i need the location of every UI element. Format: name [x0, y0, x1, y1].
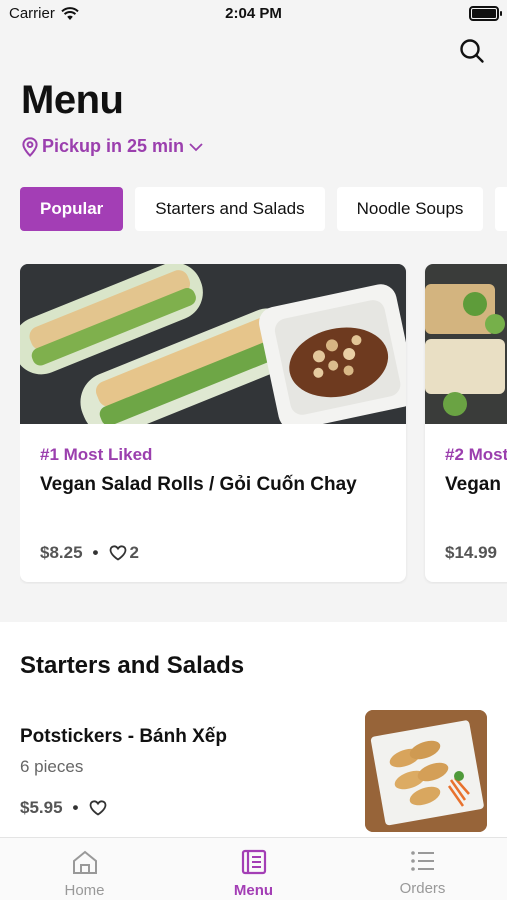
card-title: Vegan Salad Rolls / Gỏi Cuốn Chay: [40, 474, 357, 495]
tab-partial[interactable]: V: [495, 187, 507, 231]
starters-section: Starters and Salads Potstickers - Bánh X…: [0, 622, 507, 837]
battery-icon: [469, 6, 502, 21]
heart-icon[interactable]: [89, 800, 107, 816]
separator-dot: •: [92, 543, 99, 562]
tab-label: Popular: [40, 199, 104, 218]
card-title: Vegan: [445, 474, 501, 495]
featured-card[interactable]: #1 Most Liked Vegan Salad Rolls / Gỏi Cu…: [20, 264, 406, 582]
card-meta: $8.25 • 2: [40, 543, 139, 563]
tab-noodle-soups[interactable]: Noodle Soups: [336, 187, 484, 231]
page-title: Menu: [21, 78, 124, 122]
tabbar-home[interactable]: Home: [0, 838, 169, 900]
tabbar-label: Home: [64, 882, 105, 899]
card-price: $8.25: [40, 543, 83, 562]
tab-starters-and-salads[interactable]: Starters and Salads: [135, 187, 325, 231]
likes-count: 2: [129, 543, 139, 562]
orders-list-icon: [410, 851, 434, 871]
status-bar: Carrier 2:04 PM: [0, 0, 507, 30]
featured-carousel: #1 Most Liked Vegan Salad Rolls / Gỏi Cu…: [20, 264, 507, 584]
tabbar-menu[interactable]: Menu: [169, 838, 338, 900]
location-pin-icon: [22, 136, 38, 157]
bottom-tab-bar: Home Menu Orders: [0, 837, 507, 900]
home-icon: [72, 850, 97, 874]
featured-card[interactable]: #2 Most Liked Vegan $14.99: [425, 264, 507, 582]
featured-photo: [425, 264, 507, 424]
status-time: 2:04 PM: [225, 5, 282, 22]
tab-label: Starters and Salads: [155, 199, 305, 218]
pickup-label: Pickup in 25 min: [42, 136, 185, 156]
category-tabs: Popular Starters and Salads Noodle Soups…: [20, 187, 507, 231]
menu-book-icon: [241, 849, 266, 875]
salad-rolls-photo: [20, 264, 406, 424]
pickup-selector[interactable]: Pickup in 25 min: [22, 136, 204, 157]
likes[interactable]: 2: [109, 543, 139, 563]
potstickers-photo[interactable]: [365, 710, 487, 832]
item-meta: $5.95 •: [20, 798, 107, 818]
item-title[interactable]: Potstickers - Bánh Xếp: [20, 726, 227, 748]
separator-dot: •: [72, 798, 79, 817]
search-icon: [460, 39, 484, 63]
tab-label: Noodle Soups: [356, 199, 464, 218]
card-tag: #2 Most Liked: [445, 445, 507, 464]
search-button[interactable]: [457, 36, 487, 66]
section-title: Starters and Salads: [20, 652, 245, 679]
item-description: 6 pieces: [20, 757, 84, 776]
card-price: $14.99: [445, 543, 497, 562]
heart-icon: [109, 545, 126, 561]
chevron-down-icon: [189, 142, 203, 151]
tabbar-orders[interactable]: Orders: [338, 838, 507, 900]
card-tag: #1 Most Liked: [40, 445, 153, 464]
tab-popular[interactable]: Popular: [20, 187, 124, 231]
card-meta: $14.99: [445, 543, 497, 563]
item-price: $5.95: [20, 798, 63, 817]
tabbar-label: Orders: [399, 880, 446, 897]
tabbar-label: Menu: [233, 882, 274, 899]
